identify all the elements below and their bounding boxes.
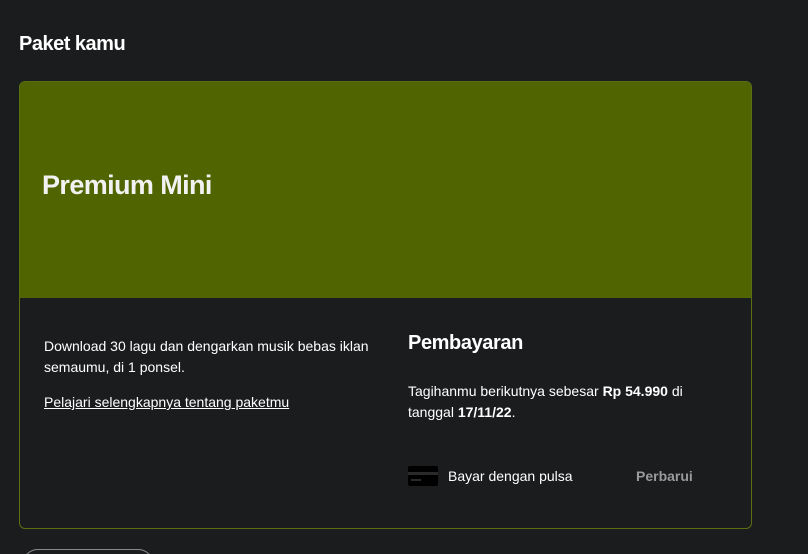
payment-method: Bayar dengan pulsa: [408, 464, 573, 488]
next-bill-suffix: .: [511, 404, 516, 420]
partial-button[interactable]: [22, 549, 154, 554]
payment-title: Pembayaran: [408, 332, 523, 354]
plan-description: Download 30 lagu dan dengarkan musik beb…: [44, 338, 369, 375]
page: Paket kamu Premium Mini Download 30 lagu…: [0, 0, 808, 554]
next-bill-prefix: Tagihanmu berikutnya sebesar: [408, 383, 603, 399]
payment-method-label: Bayar dengan pulsa: [448, 468, 573, 484]
plan-body: Download 30 lagu dan dengarkan musik beb…: [20, 298, 751, 528]
plan-card: Premium Mini Download 30 lagu dan dengar…: [19, 81, 752, 529]
section-title: Paket kamu: [19, 33, 126, 55]
plan-header: Premium Mini: [20, 82, 751, 298]
learn-more-link[interactable]: Pelajari selengkapnya tentang paketmu: [44, 394, 289, 410]
plan-name: Premium Mini: [42, 170, 212, 200]
renew-button[interactable]: Perbarui: [632, 464, 697, 488]
next-bill-text: Tagihanmu berikutnya sebesar Rp 54.990 d…: [408, 381, 718, 423]
card-icon: [408, 466, 438, 486]
bill-date: 17/11/22: [457, 404, 512, 420]
bill-amount: Rp 54.990: [602, 383, 668, 399]
